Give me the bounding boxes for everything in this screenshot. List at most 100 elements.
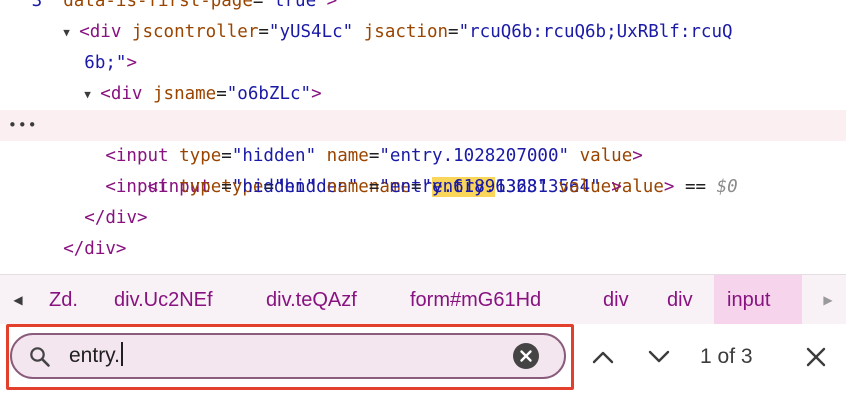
code-token: </div> — [84, 208, 148, 228]
code-token: <div — [100, 84, 143, 104]
code-token: 6b;" — [84, 53, 127, 73]
breadcrumb-item[interactable]: div.teQAzf — [253, 275, 370, 325]
code-token: > — [611, 177, 622, 197]
breadcrumb-item-active[interactable]: input — [714, 275, 802, 325]
line-code: <input type="hidden" name="entry.1028207… — [0, 146, 643, 166]
code-token: "true" — [263, 0, 327, 11]
line-code: 6b;"> — [0, 53, 137, 73]
code-token: value — [558, 177, 612, 197]
tree-line[interactable]: </div> — [0, 203, 846, 234]
line-code: ▼ <div jscontroller="yUS4Lc" jsaction="rc… — [0, 22, 733, 42]
close-icon[interactable] — [804, 345, 828, 369]
breadcrumb-item[interactable]: div — [654, 275, 706, 325]
line-code: <input type="hidden" name="entry.6189632… — [0, 177, 622, 197]
code-token: = — [368, 177, 380, 197]
line-code: </div> — [0, 208, 148, 228]
code-token: data-is-first-page — [63, 0, 253, 11]
breadcrumb-item[interactable]: Zd. — [36, 275, 91, 325]
clear-icon[interactable] — [513, 343, 539, 369]
code-token: 3" — [31, 0, 53, 11]
match-count: 1 of 3 — [700, 345, 753, 368]
code-token: jsname — [153, 84, 217, 104]
text-caret — [120, 342, 123, 366]
code-token: </div> — [63, 239, 127, 259]
tree-line[interactable]: <input type="hidden" name="entry.6189632… — [0, 172, 846, 203]
elements-tree: 3" data-is-first-page="true"> ▼ <div jsco… — [0, 0, 846, 272]
line-code: ▼ <div jsname="o6bZLc"> — [0, 84, 322, 104]
chevron-down-icon[interactable] — [646, 346, 672, 368]
breadcrumb-item[interactable]: form#mG61Hd — [397, 275, 554, 325]
chevron-up-icon[interactable] — [590, 346, 616, 368]
code-token: "entry.1028207000" — [379, 146, 570, 166]
tree-line[interactable]: ▼ <div jscontroller="yUS4Lc" jsaction="rc… — [0, 17, 846, 48]
tree-line-selected[interactable]: ••• <input type="hidden" name="entry.136… — [0, 110, 846, 197]
search-query: entry. — [69, 344, 120, 367]
code-token: type — [179, 146, 222, 166]
code-token: <input — [105, 146, 169, 166]
code-token: value — [579, 146, 633, 166]
code-token: = — [221, 146, 232, 166]
code-token: name — [326, 177, 369, 197]
breadcrumb-item[interactable]: div — [590, 275, 642, 325]
code-token: "hidden" — [231, 146, 317, 166]
tree-line[interactable]: </div> — [0, 234, 846, 265]
triangle-left-icon[interactable]: ◀ — [0, 275, 36, 325]
line-code: </div> — [0, 239, 126, 259]
search-input[interactable]: entry. — [10, 333, 566, 379]
more-actions-icon[interactable]: ••• — [8, 110, 38, 141]
code-token: > — [632, 146, 643, 166]
clear-glyph — [520, 350, 532, 362]
tree-line[interactable]: ▼ <div jsname="o6bZLc"> — [0, 79, 846, 110]
search-bar: entry. 1 of 3 — [0, 324, 846, 402]
expand-toggle-icon[interactable]: ▼ — [84, 79, 100, 110]
code-token: jscontroller — [131, 22, 259, 42]
code-token: "hidden" — [231, 177, 317, 197]
code-token: "rcuQ6b:rcuQ6b;UxRBlf:rcuQ — [458, 22, 733, 42]
code-token: = — [258, 22, 269, 42]
tree-line[interactable]: 3" data-is-first-page="true"> — [0, 0, 846, 17]
code-token: > — [311, 84, 322, 104]
tree-line[interactable]: 6b;"> — [0, 48, 846, 79]
code-token: > — [126, 53, 137, 73]
code-token: <input — [105, 177, 169, 197]
breadcrumb: ◀ Zd. div.Uc2NEf div.teQAzf form#mG61Hd … — [0, 274, 846, 325]
code-token: name — [326, 146, 369, 166]
code-token: = — [368, 146, 380, 166]
breadcrumb-item[interactable]: div.Uc2NEf — [101, 275, 226, 325]
code-token: "yUS4Lc" — [268, 22, 354, 42]
search-query-wrap: entry. — [69, 335, 123, 377]
code-token: "o6bZLc" — [226, 84, 312, 104]
code-token: jsaction — [363, 22, 449, 42]
code-token: <div — [79, 22, 122, 42]
code-token: > — [326, 0, 338, 11]
code-token: type — [179, 177, 222, 197]
search-icon — [30, 347, 50, 367]
code-token: "entry.61896323" — [379, 177, 548, 197]
code-token: = — [252, 0, 264, 11]
code-token: = — [448, 22, 459, 42]
expand-toggle-icon[interactable]: ▼ — [63, 17, 79, 48]
code-token: = — [221, 177, 232, 197]
tree-line[interactable]: <input type="hidden" name="entry.1028207… — [0, 141, 846, 172]
code-token: = — [216, 84, 227, 104]
line-code: 3" data-is-first-page="true"> — [0, 0, 338, 11]
triangle-right-icon[interactable]: ▶ — [810, 275, 846, 325]
